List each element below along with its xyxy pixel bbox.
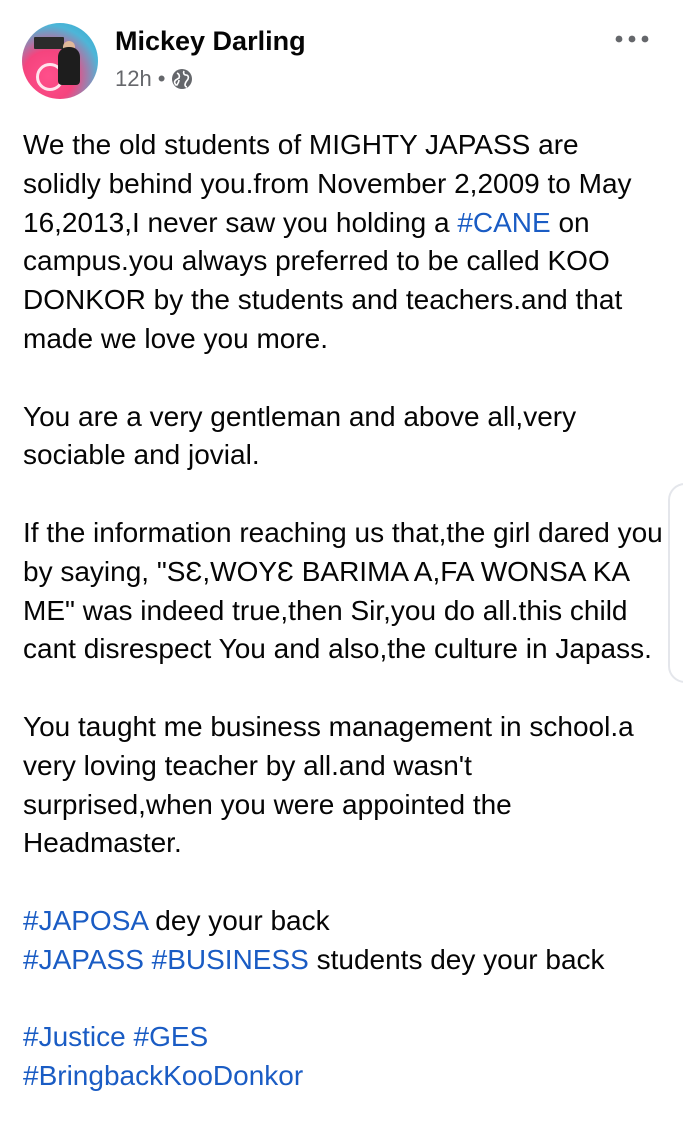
post-paragraph: You are a very gentleman and above all,v… <box>23 398 663 476</box>
hashtag-link[interactable]: #JAPASS <box>23 944 144 975</box>
post-paragraph: #BringbackKooDonkor <box>23 1057 663 1096</box>
post-meta: 12h • <box>115 66 193 92</box>
post-paragraph: #JAPASS #BUSINESS students dey your back <box>23 941 663 980</box>
post-text: students dey your back <box>308 943 605 975</box>
post-text: You taught me business management in sch… <box>23 710 642 859</box>
hashtag-link[interactable]: #GES <box>134 1021 209 1052</box>
post-paragraph: If the information reaching us that,the … <box>23 514 663 669</box>
post-paragraph: #Justice #GES <box>23 1018 663 1057</box>
post-text: You are a very gentleman and above all,v… <box>23 400 584 471</box>
post-text: dey your back <box>147 904 330 936</box>
hashtag-link[interactable]: #CANE <box>457 207 550 238</box>
globe-icon[interactable] <box>171 68 193 90</box>
more-options-icon[interactable] <box>612 24 652 54</box>
post-text <box>144 944 152 975</box>
post-paragraph: We the old students of MIGHTY JAPASS are… <box>23 126 663 359</box>
author-name[interactable]: Mickey Darling <box>115 26 306 57</box>
post-paragraph: #JAPOSA dey your back <box>23 902 663 941</box>
post-paragraph: You taught me business management in sch… <box>23 708 663 863</box>
post-text <box>126 1021 134 1052</box>
hashtag-link[interactable]: #BUSINESS <box>152 944 309 975</box>
post-header: Mickey Darling 12h • <box>0 0 683 110</box>
side-scroll-handle[interactable] <box>668 483 683 683</box>
meta-separator: • <box>157 66 166 91</box>
hashtag-link[interactable]: #JAPOSA <box>23 905 148 936</box>
post-body: We the old students of MIGHTY JAPASS are… <box>23 126 663 1096</box>
hashtag-link[interactable]: #Justice <box>23 1021 126 1052</box>
post-text: If the information reaching us that,the … <box>23 516 671 665</box>
hashtag-link[interactable]: #BringbackKooDonkor <box>23 1060 303 1091</box>
author-avatar[interactable] <box>22 23 98 99</box>
post-time[interactable]: 12h <box>115 66 152 92</box>
